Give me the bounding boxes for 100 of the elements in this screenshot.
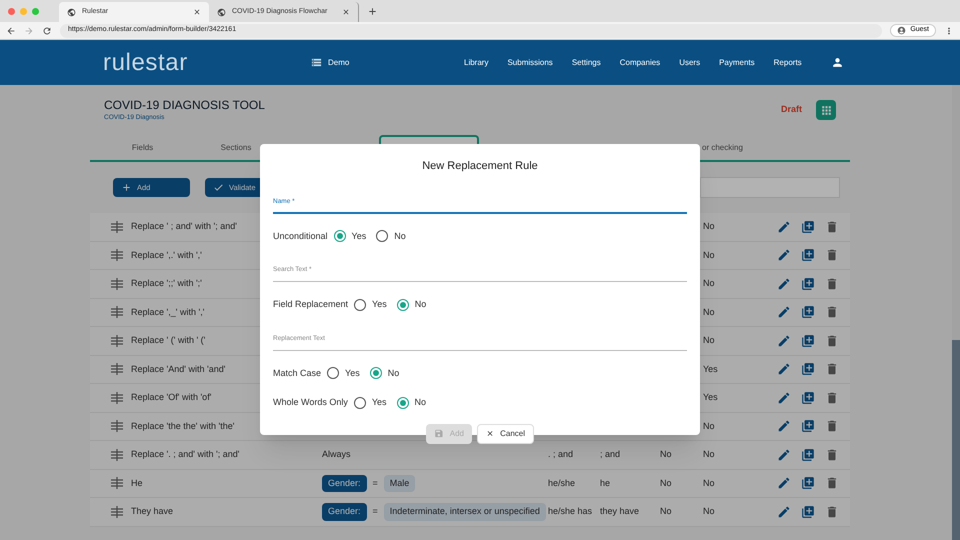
duplicate-icon[interactable]: [801, 419, 815, 434]
duplicate-icon[interactable]: [801, 390, 815, 405]
nav-link[interactable]: Settings: [572, 56, 601, 68]
user-icon[interactable]: [830, 56, 844, 69]
edit-icon[interactable]: [777, 305, 791, 320]
duplicate-icon[interactable]: [801, 305, 815, 320]
avatar-icon: [897, 26, 906, 35]
close-icon[interactable]: [193, 8, 201, 16]
edit-icon[interactable]: [777, 276, 791, 291]
drag-handle-icon[interactable]: [111, 420, 123, 432]
duplicate-icon[interactable]: [801, 334, 815, 348]
tab[interactable]: Fields: [104, 135, 181, 160]
edit-icon[interactable]: [777, 504, 791, 519]
tab[interactable]: or checking: [700, 135, 760, 160]
apps-button[interactable]: [816, 100, 836, 120]
delete-icon[interactable]: [825, 220, 839, 234]
edit-icon[interactable]: [777, 220, 791, 234]
delete-icon[interactable]: [825, 362, 839, 376]
delete-icon[interactable]: [825, 248, 839, 262]
value-tag: Indeterminate, intersex or unspecified: [384, 503, 546, 520]
delete-icon[interactable]: [825, 448, 839, 462]
drag-handle-icon[interactable]: [111, 334, 123, 347]
radio-button[interactable]: [396, 298, 409, 311]
new-tab-icon[interactable]: [367, 6, 378, 17]
delete-icon[interactable]: [825, 390, 839, 405]
nav-link[interactable]: Library: [464, 56, 488, 68]
delete-icon[interactable]: [825, 276, 839, 291]
radio-label: Yes: [352, 230, 366, 242]
table-cell: No: [660, 506, 672, 516]
nav-link[interactable]: Submissions: [507, 56, 553, 68]
search-field[interactable]: [700, 177, 840, 198]
grid-icon: [820, 104, 832, 116]
rule-name: Replace ',_' with ',': [131, 306, 204, 319]
radio-button[interactable]: [370, 367, 382, 380]
table-cell: ; and: [600, 449, 620, 459]
radio-label: No: [414, 396, 426, 409]
drag-handle-icon[interactable]: [111, 249, 123, 262]
drag-handle-icon[interactable]: [111, 506, 123, 518]
edit-icon[interactable]: [777, 390, 791, 405]
duplicate-icon[interactable]: [801, 220, 815, 234]
delete-icon[interactable]: [825, 334, 839, 348]
edit-icon[interactable]: [777, 362, 791, 376]
duplicate-icon[interactable]: [801, 362, 815, 376]
table-cell: . ; and: [548, 449, 574, 459]
cancel-button[interactable]: Cancel: [477, 424, 534, 444]
drag-handle-icon[interactable]: [111, 220, 123, 233]
edit-icon[interactable]: [777, 248, 791, 262]
radio-button[interactable]: [376, 230, 388, 242]
drag-handle-icon[interactable]: [111, 363, 123, 376]
reload-icon[interactable]: [42, 26, 52, 36]
table-cell: Yes: [703, 364, 718, 374]
rule-name: Replace ' (' with ' (': [131, 334, 206, 347]
table-cell: No: [703, 478, 715, 488]
nav-link[interactable]: Companies: [620, 56, 660, 68]
radio-button[interactable]: [327, 367, 340, 380]
radio-group-label: Whole Words Only: [273, 396, 348, 409]
table-cell: he/she has: [548, 506, 592, 516]
table-cell: Yes: [703, 392, 718, 402]
rule-name: Replace ',.' with ',': [131, 248, 202, 262]
nav-link[interactable]: Reports: [774, 56, 802, 68]
radio-label: Yes: [372, 396, 387, 409]
drag-handle-icon[interactable]: [111, 477, 123, 490]
table-cell: No: [703, 221, 715, 231]
table-cell: he/she: [548, 478, 576, 488]
radio-button[interactable]: [334, 230, 346, 242]
drag-handle-icon[interactable]: [111, 306, 123, 318]
duplicate-icon[interactable]: [801, 504, 815, 519]
delete-icon[interactable]: [825, 476, 839, 490]
duplicate-icon[interactable]: [801, 476, 815, 490]
nav-link[interactable]: Payments: [719, 56, 755, 68]
scrollbar[interactable]: [952, 85, 960, 540]
check-icon: [213, 182, 224, 193]
close-icon[interactable]: [342, 8, 350, 16]
field-tag: Gender:: [322, 503, 367, 520]
drag-handle-icon[interactable]: [111, 448, 123, 461]
value-tag: Male: [384, 474, 416, 492]
radio-button[interactable]: [396, 396, 409, 409]
edit-icon[interactable]: [777, 419, 791, 434]
drag-handle-icon[interactable]: [111, 278, 123, 290]
radio-group-label: Field Replacement: [273, 298, 348, 311]
duplicate-icon[interactable]: [801, 276, 815, 291]
edit-icon[interactable]: [777, 334, 791, 348]
workspace-button[interactable]: Demo: [311, 56, 461, 68]
rule-name: Replace ';;' with ';': [131, 277, 202, 290]
edit-icon[interactable]: [777, 448, 791, 462]
radio-button[interactable]: [354, 396, 366, 409]
back-icon[interactable]: [6, 26, 16, 36]
delete-icon[interactable]: [825, 305, 839, 320]
logo[interactable]: rulestar: [103, 44, 303, 80]
delete-icon[interactable]: [825, 504, 839, 519]
table-cell: No: [703, 506, 715, 516]
duplicate-icon[interactable]: [801, 448, 815, 462]
drag-handle-icon[interactable]: [111, 392, 123, 404]
table-cell: he: [600, 478, 610, 488]
radio-button[interactable]: [354, 298, 366, 311]
duplicate-icon[interactable]: [801, 248, 815, 262]
delete-icon[interactable]: [825, 419, 839, 434]
edit-icon[interactable]: [777, 476, 791, 490]
nav-link[interactable]: Users: [679, 56, 700, 68]
dialog-title: New Replacement Rule: [421, 159, 539, 174]
